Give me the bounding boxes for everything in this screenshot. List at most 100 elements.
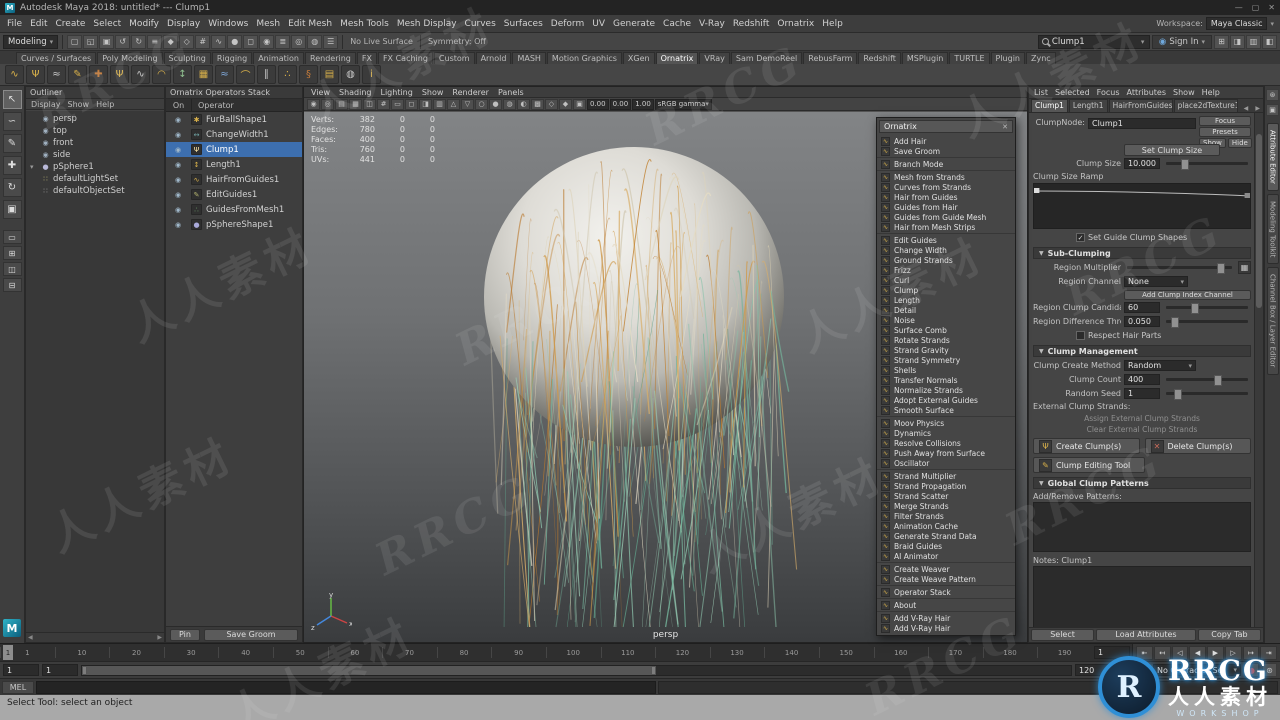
ornatrix-menu-item[interactable]: ∿ Create Weaver — [877, 564, 1015, 574]
shelf-tab[interactable]: FX Caching — [377, 52, 433, 64]
ornatrix-menu-item[interactable]: ∿ Smooth Surface — [877, 405, 1015, 417]
outliner-menu-item[interactable]: Display — [31, 100, 61, 109]
shelf-tab[interactable]: Animation — [253, 52, 304, 64]
outliner-item[interactable]: ∷ defaultLightSet — [26, 173, 164, 185]
ae-tab[interactable]: place2dTexture1 — [1173, 99, 1238, 112]
ornatrix-weaver-icon[interactable]: ▤ — [320, 65, 339, 84]
snap-curve-icon[interactable]: ∿ — [211, 34, 227, 49]
ae-tab[interactable]: HairFromGuides1 — [1108, 99, 1173, 112]
dock-gear-icon[interactable]: ⊛ — [1266, 89, 1279, 101]
ornatrix-menu-title[interactable]: Ornatrix ✕ — [879, 120, 1013, 133]
ornatrix-menu-item[interactable]: ∿ Transfer Normals — [877, 375, 1015, 385]
create-clumps-button[interactable]: Ψ Create Clump(s) — [1033, 438, 1140, 454]
ornatrix-menu-item[interactable]: ∿ Merge Strands — [877, 501, 1015, 511]
channel-box-icon[interactable]: ▥ — [1246, 34, 1261, 49]
range-end-handle[interactable] — [650, 665, 656, 675]
ornatrix-menu-item[interactable]: ∿ Operator Stack — [877, 587, 1015, 599]
ornatrix-menu-item[interactable]: ∿ About — [877, 600, 1015, 612]
outliner-item[interactable]: ▾ ● pSphere1 — [26, 161, 164, 173]
operator-enabled-icon[interactable]: ◉ — [169, 146, 187, 154]
ornatrix-menu-item[interactable]: ∿ Frizz — [877, 265, 1015, 275]
ornatrix-menu-item[interactable]: ∿ Clump — [877, 285, 1015, 295]
ornatrix-multiplier-icon[interactable]: ∥ — [257, 65, 276, 84]
operator-enabled-icon[interactable]: ◉ — [169, 131, 187, 139]
viewport-menu-item[interactable]: Lighting — [380, 88, 412, 97]
clump-management-section[interactable]: ▼ Clump Management — [1033, 345, 1251, 357]
menu-item[interactable]: Deform — [547, 19, 588, 29]
region-threshold-field[interactable]: 0.050 — [1124, 316, 1160, 327]
ornatrix-menu-item[interactable]: ∿ Change Width — [877, 245, 1015, 255]
redo-icon[interactable]: ↻ — [131, 34, 147, 49]
frame-tick[interactable]: 30 — [163, 644, 219, 661]
save-scene-icon[interactable]: ▣ — [99, 34, 115, 49]
ae-menu-item[interactable]: Focus — [1097, 88, 1120, 97]
clump-count-slider[interactable] — [1166, 375, 1248, 386]
tab-scroll-left-icon[interactable]: ◀ — [1243, 105, 1250, 112]
shelf-tab[interactable]: Rendering — [305, 52, 356, 64]
select-hierarchy-icon[interactable]: ≡ — [147, 34, 163, 49]
dock-tab[interactable]: Channel Box / Layer Editor — [1266, 267, 1279, 375]
ornatrix-menu-item[interactable]: ∿ Normalize Strands — [877, 385, 1015, 395]
ornatrix-menu-item[interactable]: ∿ Curl — [877, 275, 1015, 285]
shelf-tab[interactable]: Plugin — [990, 52, 1025, 64]
region-threshold-slider[interactable] — [1166, 317, 1248, 328]
frame-tick[interactable]: 90 — [491, 644, 546, 661]
frame-tick[interactable]: 40 — [218, 644, 273, 661]
ornatrix-menu-item[interactable]: ∿ Filter Strands — [877, 511, 1015, 521]
range-start-handle[interactable] — [82, 665, 87, 675]
create-method-select[interactable]: Random ▾ — [1124, 360, 1196, 371]
select-component-icon[interactable]: ◇ — [179, 34, 195, 49]
random-seed-field[interactable]: 1 — [1124, 388, 1160, 399]
menu-item[interactable]: Redshift — [729, 19, 774, 29]
grid-icon[interactable]: # — [377, 98, 390, 110]
command-input[interactable] — [36, 680, 656, 694]
menu-item[interactable]: Ornatrix — [773, 19, 818, 29]
ornatrix-menu-item[interactable]: ∿ Dynamics — [877, 428, 1015, 438]
isolate-select-icon[interactable]: ◇ — [545, 98, 558, 110]
menu-item[interactable]: Display — [163, 19, 204, 29]
ornatrix-menu-item[interactable]: ∿ Rotate Strands — [877, 335, 1015, 345]
close-icon[interactable]: ✕ — [1002, 123, 1008, 131]
ornatrix-menu-item[interactable]: ∿ Hair from Mesh Strips — [877, 222, 1015, 234]
frame-tick[interactable]: 160 — [873, 644, 929, 661]
shelf-tab[interactable]: Motion Graphics — [546, 52, 622, 64]
ornatrix-menu-item[interactable]: ∿ Push Away from Surface — [877, 448, 1015, 458]
ornatrix-menu-item[interactable]: ∿ Strand Propagation — [877, 481, 1015, 491]
frame-tick[interactable]: 190 — [1037, 644, 1092, 661]
two-d-pan-zoom-icon[interactable]: ◫ — [363, 98, 376, 110]
ornatrix-clump-icon[interactable]: Ψ — [110, 65, 129, 84]
ornatrix-menu-item[interactable]: ∿ Moov Physics — [877, 418, 1015, 428]
sign-in-button[interactable]: ◉ Sign In ▾ — [1151, 34, 1212, 49]
set-clump-size-button[interactable]: Set Clump Size — [1124, 143, 1220, 156]
gain-field[interactable]: 1.00 — [632, 98, 654, 110]
save-groom-button[interactable]: Save Groom — [204, 628, 298, 641]
menu-item[interactable]: File — [3, 19, 26, 29]
menu-set-selector[interactable]: Modeling ▾ — [3, 34, 59, 49]
frame-tick[interactable]: 140 — [764, 644, 819, 661]
menu-item[interactable]: Curves — [461, 19, 500, 29]
ornatrix-menu-item[interactable]: ∿ Ground Strands — [877, 255, 1015, 265]
frame-tick[interactable]: 20 — [109, 644, 164, 661]
clump-size-slider[interactable] — [1166, 159, 1248, 170]
lasso-tool-icon[interactable]: ∽ — [2, 112, 22, 131]
minimize-button[interactable]: — — [1235, 3, 1243, 12]
snap-point-icon[interactable]: ● — [227, 34, 243, 49]
ornatrix-menu-item[interactable]: ∿ Guides from Hair — [877, 202, 1015, 212]
outliner-hscroll[interactable]: ◀ ▶ — [26, 632, 164, 642]
ornatrix-scatter-icon[interactable]: ∴ — [278, 65, 297, 84]
ornatrix-menu-item[interactable]: ∿ Oscillator — [877, 458, 1015, 470]
frame-tick[interactable]: 60 — [327, 644, 383, 661]
shelf-tab[interactable]: Redshift — [858, 52, 901, 64]
range-slider-track[interactable] — [81, 664, 1072, 676]
ae-menu-item[interactable]: Help — [1202, 88, 1220, 97]
ornatrix-surface-comb-icon[interactable]: ⌒ — [236, 65, 255, 84]
ornatrix-menu-item[interactable]: ∿ Length — [877, 295, 1015, 305]
frame-tick[interactable]: 180 — [982, 644, 1038, 661]
no-live-surface-label[interactable]: No Live Surface — [347, 37, 416, 46]
outliner-item[interactable]: ∷ defaultObjectSet — [26, 185, 164, 197]
viewport-menu-item[interactable]: Show — [422, 88, 444, 97]
camera-attributes-icon[interactable]: ◎ — [321, 98, 334, 110]
frame-tick[interactable]: 80 — [436, 644, 492, 661]
dock-pin-icon[interactable]: ▣ — [1266, 104, 1279, 116]
sidebar-toggle-icon[interactable]: ◨ — [1230, 34, 1245, 49]
